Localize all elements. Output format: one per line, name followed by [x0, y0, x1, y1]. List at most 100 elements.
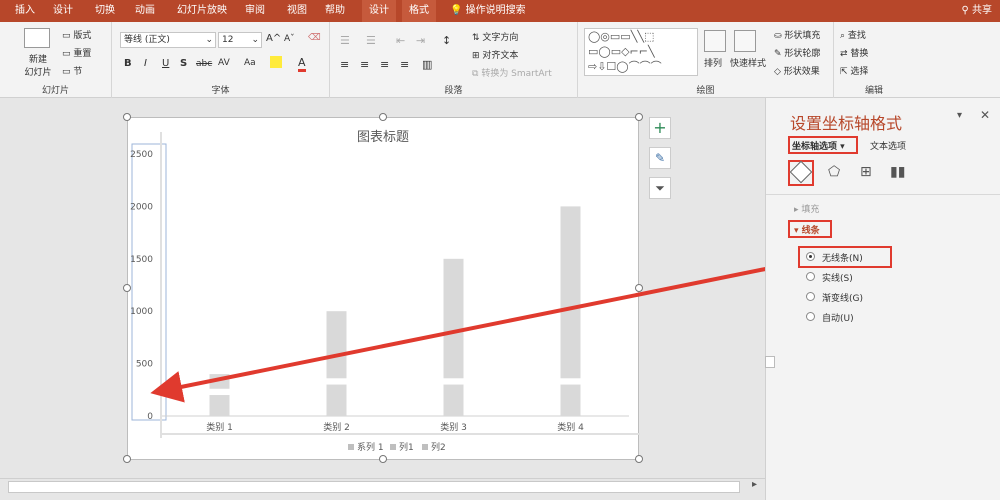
smartart-button[interactable]: ⧉ 转换为 SmartArt — [472, 66, 552, 79]
x-category-label: 类别 3 — [440, 421, 467, 433]
pane-options-icon[interactable]: ▾ — [957, 110, 962, 121]
chart-area[interactable]: 图表标题 0 500 1000 1500 2000 2500 类别 1 类别 2 类别 3 类别 … — [127, 117, 640, 461]
line-option-radio[interactable] — [806, 292, 815, 301]
line-option-label[interactable]: 实线(S) — [822, 271, 853, 284]
resize-handle[interactable] — [123, 455, 131, 463]
smartart-icon: ⧉ — [472, 69, 479, 79]
resize-handle[interactable] — [379, 113, 387, 121]
horizontal-scrollbar[interactable]: ▸ — [0, 478, 765, 500]
chart-styles-button[interactable]: ✎ — [649, 147, 671, 169]
reset-button[interactable]: ▭ 重置 — [62, 46, 91, 59]
layout-button[interactable]: ▭ 版式 — [62, 28, 91, 41]
shadow-button[interactable]: S — [180, 58, 187, 69]
underline-button[interactable]: U — [162, 58, 169, 69]
grow-font-button[interactable]: A^ — [266, 33, 281, 44]
layout-icon: ▭ — [62, 31, 71, 41]
arrange-button[interactable]: 排列 — [704, 56, 722, 69]
pane-divider — [766, 194, 1000, 195]
highlight-icon[interactable] — [270, 56, 282, 68]
tab-9[interactable]: 格式 — [402, 0, 436, 22]
strikethrough-button[interactable]: abc — [196, 59, 212, 69]
tab-1[interactable]: 设计 — [46, 0, 80, 22]
share-button[interactable]: ⚲ 共享 — [961, 0, 992, 22]
resize-handle[interactable] — [635, 284, 643, 292]
line-option-radio[interactable] — [806, 272, 815, 281]
line-option-label[interactable]: 渐变线(G) — [822, 291, 863, 304]
chart-filters-button[interactable]: ⏷ — [649, 177, 671, 199]
resize-handle[interactable] — [635, 455, 643, 463]
shapes-gallery[interactable]: ◯◎▭▭╲╲⬚ ▭◯▭◇⌐⌐╲ ⇨⇩☐◯⌒⌒⌒ — [584, 28, 698, 76]
effects-pentagon-icon[interactable]: ⬠ — [828, 164, 840, 180]
tab-7[interactable]: 帮助 — [318, 0, 352, 22]
axis-options-tab[interactable]: 坐标轴选项 ▾ — [792, 139, 845, 152]
tab-0[interactable]: 插入 — [8, 0, 42, 22]
line-option-label[interactable]: 无线条(N) — [822, 251, 863, 264]
resize-handle[interactable] — [635, 113, 643, 121]
quick-styles-button[interactable]: 快速样式 — [730, 56, 766, 69]
bar-segment — [560, 384, 581, 416]
text-direction-button[interactable]: ⇅ 文字方向 — [472, 30, 518, 43]
align-right-icon[interactable]: ≡ — [380, 58, 389, 71]
line-option-radio[interactable] — [806, 252, 815, 261]
align-center-icon[interactable]: ≡ — [360, 58, 369, 71]
replace-button[interactable]: ⇄ 替换 — [840, 46, 868, 59]
decrease-indent-icon[interactable]: ⇤ — [396, 34, 405, 47]
italic-button[interactable]: I — [144, 58, 147, 69]
bullets-icon[interactable]: ☰ — [340, 34, 350, 47]
tab-4[interactable]: 幻灯片放映 — [172, 0, 232, 22]
close-icon[interactable]: ✕ — [980, 108, 990, 122]
font-family-select[interactable]: 等线 (正文) ⌄ — [120, 32, 216, 48]
align-text-icon: ⊞ — [472, 51, 480, 61]
resize-handle[interactable] — [379, 455, 387, 463]
bar-segment — [209, 374, 230, 389]
tab-8[interactable]: 设计 — [362, 0, 396, 22]
lightbulb-icon: 💡 — [450, 5, 463, 16]
pane-scroll-thumb[interactable] — [765, 356, 775, 368]
size-properties-icon[interactable]: ⊞ — [860, 164, 872, 180]
section-button[interactable]: ▭ 节 — [62, 64, 82, 77]
line-spacing-icon[interactable]: ↕ — [442, 34, 451, 47]
scroll-right-icon[interactable]: ▸ — [752, 479, 757, 490]
shape-effects-button[interactable]: ◇ 形状效果 — [774, 64, 820, 77]
font-size-select[interactable]: 12 ⌄ — [218, 32, 262, 48]
pane-title: 设置坐标轴格式 — [790, 114, 903, 133]
align-left-icon[interactable]: ≡ — [340, 58, 349, 71]
layout-label: 版式 — [73, 31, 92, 41]
tab-2[interactable]: 切换 — [88, 0, 122, 22]
chart-elements-button[interactable]: + — [649, 117, 671, 139]
increase-indent-icon[interactable]: ⇥ — [416, 34, 425, 47]
bar-segment — [326, 311, 347, 379]
numbering-icon[interactable]: ☰ — [366, 34, 376, 47]
align-text-button[interactable]: ⊞ 对齐文本 — [472, 48, 518, 61]
shape-fill-button[interactable]: ⛀ 形状填充 — [774, 28, 820, 41]
line-option-label[interactable]: 自动(U) — [822, 311, 854, 324]
tab-3[interactable]: 动画 — [128, 0, 162, 22]
plus-icon: + — [653, 118, 667, 137]
new-slide-button[interactable]: 新建 幻灯片 — [20, 52, 56, 78]
chevron-down-icon: ⌄ — [205, 35, 213, 45]
resize-handle[interactable] — [123, 284, 131, 292]
line-option-radio[interactable] — [806, 312, 815, 321]
scrollbar-track[interactable] — [8, 481, 740, 493]
fill-section[interactable]: ▸ 填充 — [794, 202, 819, 215]
tab-5[interactable]: 审阅 — [238, 0, 272, 22]
clear-format-icon[interactable]: ⌫ — [308, 33, 321, 43]
justify-icon[interactable]: ≡ — [400, 58, 409, 71]
font-color-icon[interactable]: A — [298, 56, 306, 72]
resize-handle[interactable] — [123, 113, 131, 121]
char-spacing-button[interactable]: AV — [218, 58, 230, 68]
chart-plot[interactable]: 0 500 1000 1500 2000 2500 类别 1 类别 2 类别 3 类别 4 系列 1… — [128, 118, 640, 461]
shrink-font-button[interactable]: Aˇ — [284, 34, 295, 44]
line-section[interactable]: ▾ 线条 — [794, 223, 820, 236]
columns-icon[interactable]: ▥ — [422, 58, 432, 71]
bold-button[interactable]: B — [124, 58, 132, 69]
axis-options-icon[interactable]: ▮▮ — [890, 164, 905, 180]
group-font-label: 字体 — [211, 86, 230, 96]
select-button[interactable]: ⇱ 选择 — [840, 64, 868, 77]
tell-me-search[interactable]: 💡 操作说明搜索 — [450, 0, 526, 22]
find-button[interactable]: ⌕ 查找 — [840, 28, 866, 41]
change-case-button[interactable]: Aa — [244, 58, 256, 68]
tab-6[interactable]: 视图 — [280, 0, 314, 22]
text-options-tab[interactable]: 文本选项 — [870, 139, 906, 152]
shape-outline-button[interactable]: ✎ 形状轮廓 — [774, 46, 820, 59]
